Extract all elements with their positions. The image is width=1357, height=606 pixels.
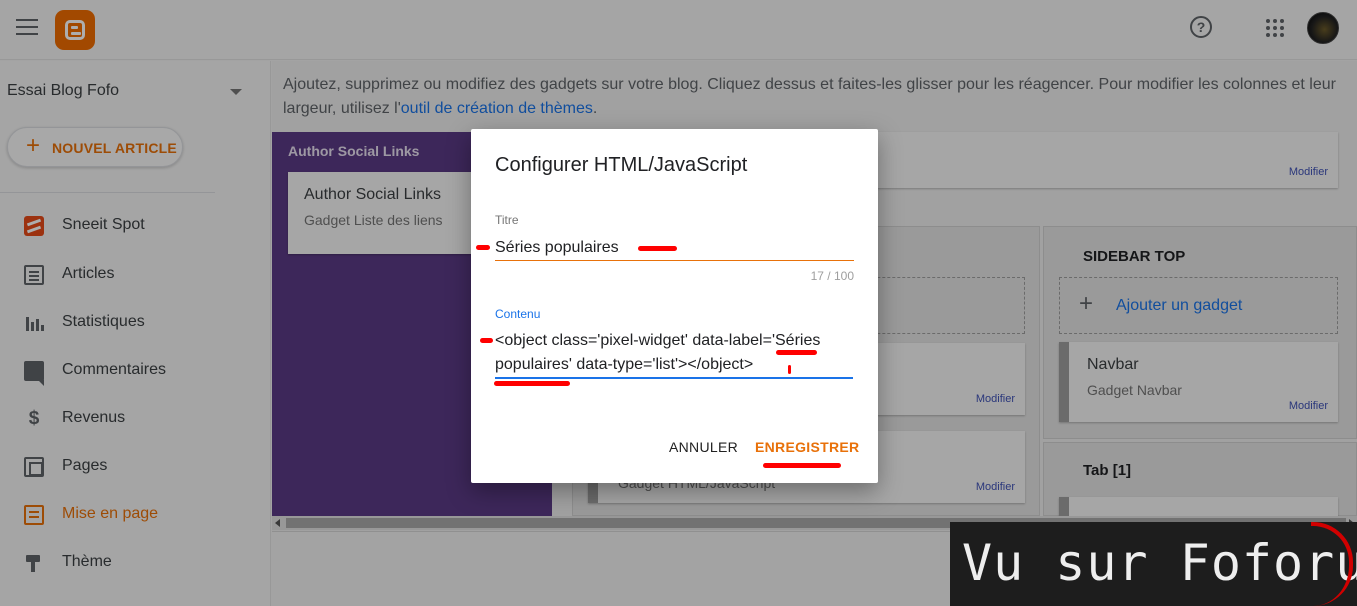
configure-html-dialog: Configurer HTML/JavaScript Titre 17 / 10… <box>471 129 878 483</box>
annotation-mark <box>494 381 570 386</box>
annotation-mark <box>480 338 493 343</box>
annotation-mark <box>763 463 841 468</box>
char-counter: 17 / 100 <box>810 269 854 283</box>
annotation-mark <box>788 365 791 374</box>
watermark: Vu sur Foforum <box>950 522 1357 606</box>
dialog-title: Configurer HTML/JavaScript <box>495 154 748 176</box>
title-field-label: Titre <box>495 213 519 227</box>
annotation-mark <box>638 246 677 251</box>
annotation-mark <box>476 245 490 250</box>
annotation-mark <box>776 350 817 355</box>
save-button[interactable]: ENREGISTRER <box>755 439 859 455</box>
content-field-label: Contenu <box>495 307 541 321</box>
watermark-text: Vu sur Foforum <box>962 534 1357 592</box>
cancel-button[interactable]: ANNULER <box>669 439 738 455</box>
